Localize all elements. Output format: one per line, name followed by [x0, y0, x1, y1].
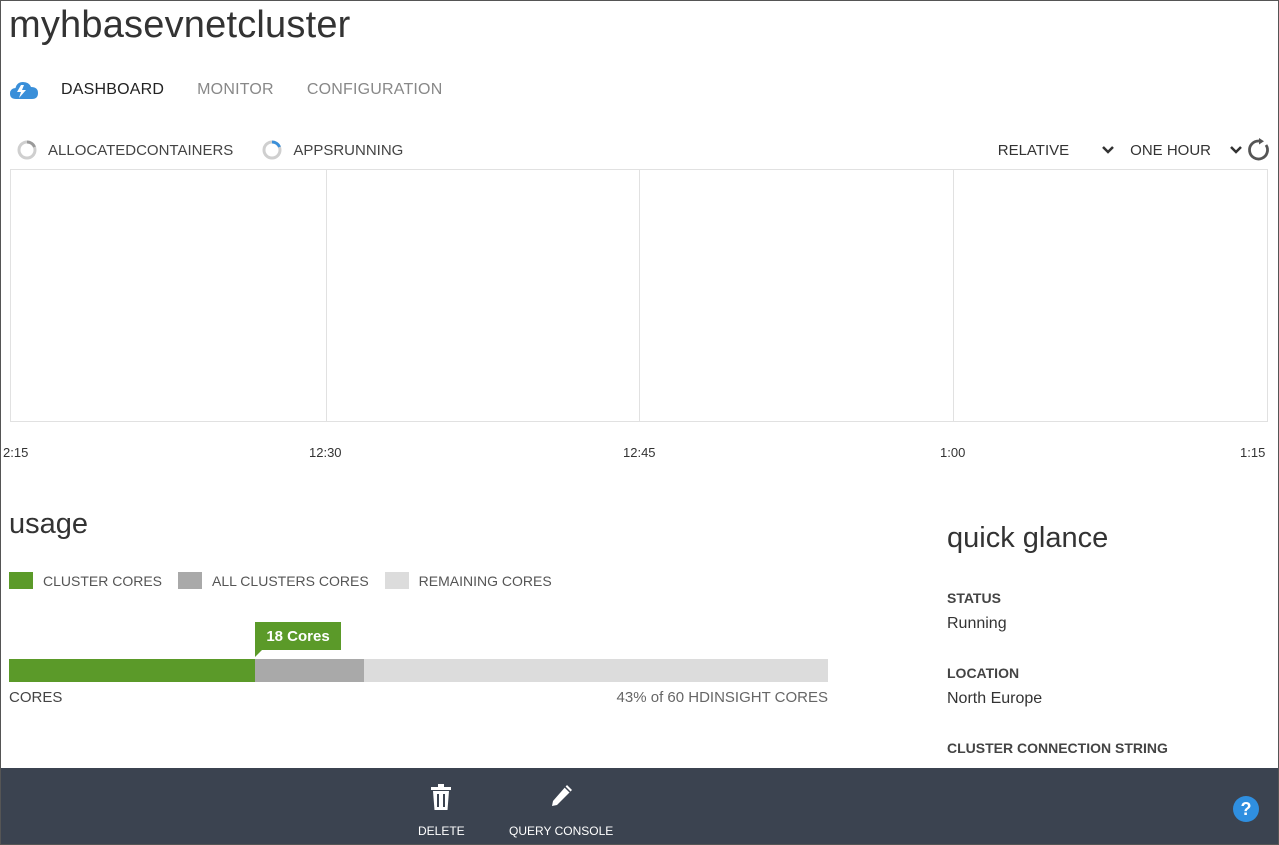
page-title: myhbasevnetcluster: [9, 4, 351, 46]
legend-remaining-cores: REMAINING CORES: [384, 572, 552, 589]
metric-label: APPSRUNNING: [293, 141, 404, 159]
legend-all-clusters-cores: ALL CLUSTERS CORES: [178, 572, 369, 589]
usage-heading: usage: [9, 508, 89, 540]
metric-label: ALLOCATEDCONTAINERS: [48, 141, 234, 159]
tab-configuration[interactable]: CONFIGURATION: [307, 81, 443, 99]
command-bar: DELETE QUERY CONSOLE ?: [0, 768, 1279, 845]
chart-controls: RELATIVE ONE HOUR: [998, 137, 1271, 163]
range-value: ONE HOUR: [1130, 141, 1211, 159]
cores-callout-tail: [255, 650, 262, 657]
legend-cluster-cores: CLUSTER CORES: [9, 572, 162, 589]
window-frame: [0, 0, 1279, 845]
cores-summary: 43% of 60 HDINSIGHT CORES: [616, 689, 828, 706]
query-console-label: QUERY CONSOLE: [509, 824, 614, 838]
query-console-button[interactable]: QUERY CONSOLE: [509, 782, 613, 838]
chart-gridline: [326, 170, 327, 421]
x-tick-label: 12:30: [309, 445, 342, 460]
metric-selector: ALLOCATEDCONTAINERS APPSRUNNING: [17, 139, 432, 161]
status-value: Running: [947, 615, 1007, 632]
cores-usage-bar: [9, 659, 828, 682]
refresh-icon[interactable]: [1247, 138, 1271, 162]
all-clusters-cores-segment: [255, 659, 364, 682]
quick-glance-heading: quick glance: [947, 522, 1109, 554]
legend-swatch: [178, 572, 203, 589]
chart-gridline: [639, 170, 640, 421]
x-tick-label: 1:00: [940, 445, 966, 460]
loading-ring-icon: [17, 140, 37, 160]
cluster-cores-segment: [9, 659, 255, 682]
chevron-down-icon: [1230, 146, 1242, 154]
tab-bar: DASHBOARD MONITOR CONFIGURATION: [9, 78, 475, 102]
tab-monitor[interactable]: MONITOR: [197, 81, 274, 99]
metrics-chart: [10, 169, 1268, 422]
help-icon[interactable]: ?: [1233, 796, 1259, 822]
tab-dashboard[interactable]: DASHBOARD: [61, 81, 164, 99]
legend-label: REMAINING CORES: [418, 572, 552, 589]
location-value: North Europe: [947, 690, 1043, 707]
legend-swatch: [384, 572, 409, 589]
hdinsight-cloud-icon: [10, 82, 38, 99]
metric-allocatedcontainers[interactable]: ALLOCATEDCONTAINERS: [17, 140, 233, 160]
scale-value: RELATIVE: [997, 141, 1070, 159]
connection-string-label: CLUSTER CONNECTION STRING: [947, 740, 1168, 756]
x-tick-label: 2:15: [3, 445, 29, 460]
delete-label: DELETE: [418, 824, 465, 838]
x-tick-label: 12:45: [623, 445, 656, 460]
status-label: STATUS: [947, 590, 1001, 606]
cores-callout: 18 Cores: [255, 622, 341, 650]
legend-label: CLUSTER CORES: [43, 572, 163, 589]
scale-dropdown[interactable]: RELATIVE: [998, 142, 1115, 159]
range-dropdown[interactable]: ONE HOUR: [1130, 142, 1243, 159]
pencil-icon: [552, 785, 573, 806]
metric-appsrunning[interactable]: APPSRUNNING: [262, 140, 403, 160]
delete-button[interactable]: DELETE: [418, 782, 465, 838]
usage-legend: CLUSTER CORES ALL CLUSTERS CORES REMAINI…: [9, 572, 568, 589]
chevron-down-icon: [1102, 146, 1115, 154]
cores-label: CORES: [9, 689, 63, 706]
legend-swatch: [9, 572, 33, 589]
chart-gridline: [953, 170, 954, 421]
x-tick-label: 1:15: [1240, 445, 1266, 460]
loading-ring-icon: [262, 140, 282, 160]
location-label: LOCATION: [947, 665, 1020, 681]
trash-icon: [431, 784, 452, 810]
legend-label: ALL CLUSTERS CORES: [212, 572, 369, 589]
